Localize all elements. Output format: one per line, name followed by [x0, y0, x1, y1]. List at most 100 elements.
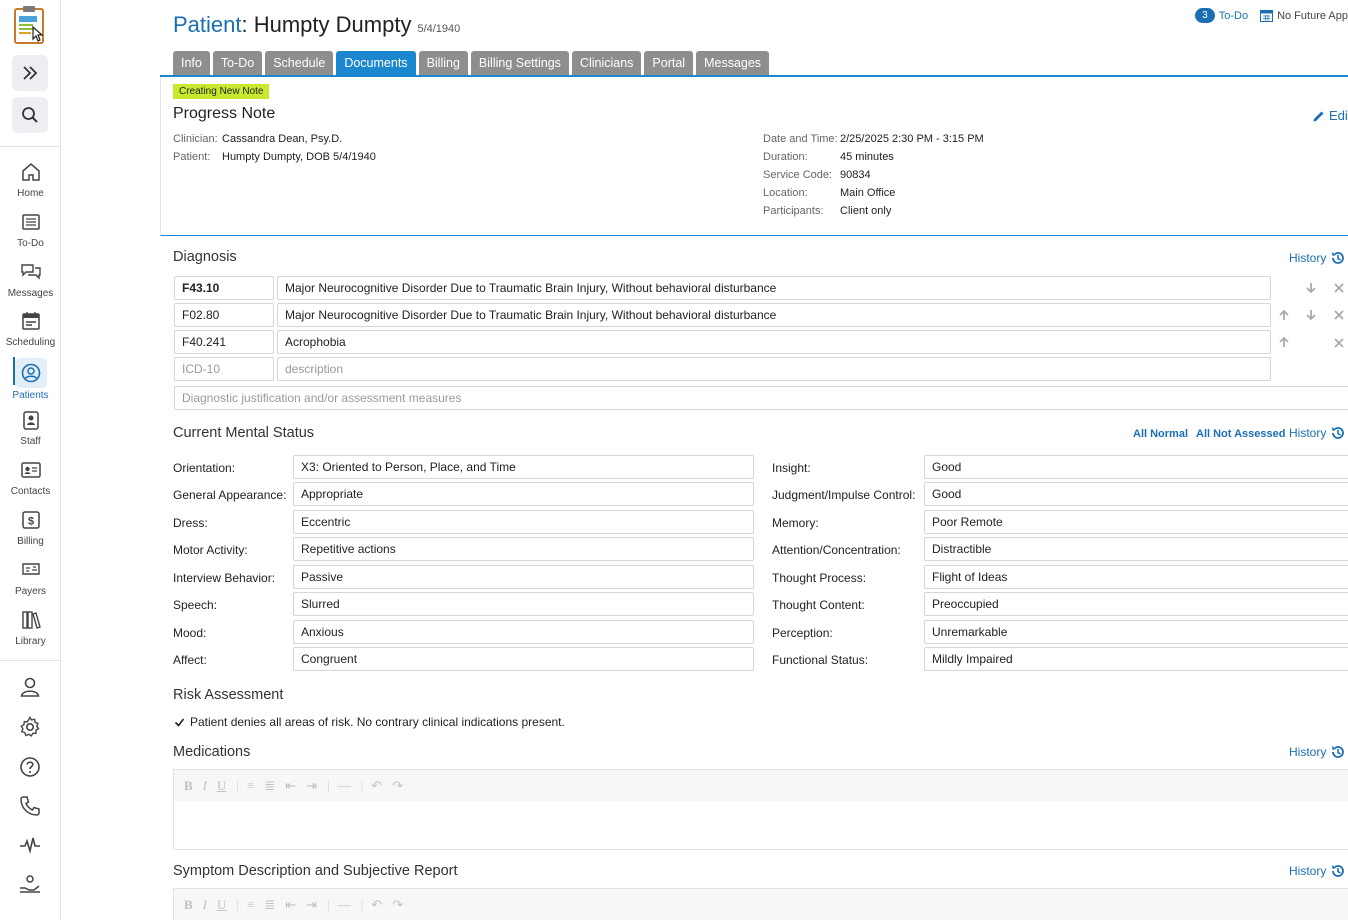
- sidebar-item-payers[interactable]: Payers: [0, 556, 61, 604]
- interview-behavior-field[interactable]: Passive: [293, 565, 754, 589]
- icd-code-field[interactable]: F43.10: [174, 276, 274, 300]
- speech-field[interactable]: Slurred: [293, 592, 754, 616]
- tab-billing-settings[interactable]: Billing Settings: [470, 51, 569, 75]
- checkmark-icon[interactable]: [174, 717, 185, 728]
- bullet-list-icon[interactable]: ≣: [264, 897, 275, 913]
- tab-schedule[interactable]: Schedule: [265, 51, 334, 75]
- thought-content-field[interactable]: Preoccupied: [924, 592, 1348, 616]
- underline-button[interactable]: U: [217, 897, 226, 913]
- tab-todo[interactable]: To-Do: [212, 51, 263, 75]
- dress-field[interactable]: Eccentric: [293, 510, 754, 534]
- functional-status-field[interactable]: Mildly Impaired: [924, 647, 1348, 671]
- medications-editor[interactable]: B I U | ≡ ≣ ⇤ ⇥ | — | ↶ ↷: [173, 769, 1348, 850]
- diagnosis-description-field[interactable]: Major Neurocognitive Disorder Due to Tra…: [277, 303, 1271, 327]
- numbered-list-icon[interactable]: ≡: [247, 778, 254, 794]
- indent-icon[interactable]: ⇥: [306, 778, 317, 794]
- gear-icon[interactable]: [18, 715, 42, 739]
- todo-link[interactable]: To-Do: [1219, 10, 1248, 22]
- mood-field[interactable]: Anxious: [293, 620, 754, 644]
- remove-diagnosis-icon[interactable]: [1334, 310, 1344, 320]
- date-time-label: Date and Time:: [763, 133, 838, 145]
- diagnosis-description-input[interactable]: description: [277, 357, 1271, 381]
- risk-assessment-title: Risk Assessment: [173, 687, 284, 703]
- risk-denial-checkbox-row[interactable]: Patient denies all areas of risk. No con…: [174, 715, 565, 729]
- bold-button[interactable]: B: [184, 897, 193, 913]
- all-normal-link[interactable]: All Normal: [1133, 428, 1188, 440]
- no-future-appointments-link[interactable]: No Future App: [1277, 10, 1348, 22]
- orientation-field[interactable]: X3: Oriented to Person, Place, and Time: [293, 455, 754, 479]
- tab-portal[interactable]: Portal: [644, 51, 694, 75]
- remove-diagnosis-icon[interactable]: [1334, 338, 1344, 348]
- general-appearance-field[interactable]: Appropriate: [293, 482, 754, 506]
- outdent-icon[interactable]: ⇤: [285, 897, 296, 913]
- expand-sidebar-button[interactable]: [12, 55, 48, 91]
- sidebar-item-patients[interactable]: Patients: [0, 355, 61, 403]
- outdent-icon[interactable]: ⇤: [285, 778, 296, 794]
- tab-messages[interactable]: Messages: [696, 51, 770, 75]
- underline-button[interactable]: U: [217, 778, 226, 794]
- edit-button[interactable]: Edit: [1312, 108, 1348, 123]
- icd-code-field[interactable]: F40.241: [174, 330, 274, 354]
- help-icon[interactable]: [18, 755, 42, 779]
- undo-icon[interactable]: ↶: [371, 778, 382, 794]
- move-down-icon[interactable]: [1305, 282, 1317, 294]
- bold-button[interactable]: B: [184, 778, 193, 794]
- redo-icon[interactable]: ↷: [392, 897, 403, 913]
- move-up-icon[interactable]: [1278, 336, 1290, 348]
- all-not-assessed-link[interactable]: All Not Assessed: [1196, 428, 1285, 440]
- sidebar-item-scheduling[interactable]: Scheduling: [0, 307, 61, 355]
- thought-process-field[interactable]: Flight of Ideas: [924, 565, 1348, 589]
- undo-icon[interactable]: ↶: [371, 897, 382, 913]
- tab-info[interactable]: Info: [173, 51, 210, 75]
- medications-history-link[interactable]: History: [1289, 744, 1346, 760]
- horizontal-rule-icon[interactable]: —: [338, 778, 351, 794]
- user-icon[interactable]: [18, 675, 42, 699]
- perception-field[interactable]: Unremarkable: [924, 620, 1348, 644]
- history-icon: [1332, 746, 1345, 758]
- diagnostic-justification-input[interactable]: Diagnostic justification and/or assessme…: [174, 386, 1348, 410]
- search-button[interactable]: [12, 97, 48, 133]
- diagnosis-history-link[interactable]: History: [1289, 250, 1346, 266]
- sidebar-item-library[interactable]: Library: [0, 606, 61, 654]
- italic-button[interactable]: I: [203, 897, 207, 913]
- move-down-icon[interactable]: [1305, 309, 1317, 321]
- sidebar-item-billing[interactable]: $ Billing: [0, 506, 61, 554]
- icd-code-input[interactable]: ICD-10: [174, 357, 274, 381]
- icd-code-field[interactable]: F02.80: [174, 303, 274, 327]
- insight-field[interactable]: Good: [924, 455, 1348, 479]
- judgment-field[interactable]: Good: [924, 482, 1348, 506]
- symptoms-editor[interactable]: B I U | ≡ ≣ ⇤ ⇥ | — | ↶ ↷: [173, 888, 1348, 920]
- motor-activity-field[interactable]: Repetitive actions: [293, 537, 754, 561]
- therapy-notes-logo[interactable]: [12, 5, 48, 45]
- phone-icon[interactable]: [18, 794, 42, 818]
- horizontal-rule-icon[interactable]: —: [338, 897, 351, 913]
- sidebar-item-home[interactable]: Home: [0, 158, 61, 206]
- todo-count-badge[interactable]: 3: [1195, 8, 1215, 23]
- diagnosis-description-field[interactable]: Acrophobia: [277, 330, 1271, 354]
- tab-documents[interactable]: Documents: [336, 51, 416, 75]
- sidebar-item-todo[interactable]: To-Do: [0, 208, 61, 256]
- mental-status-history-link[interactable]: History: [1289, 425, 1346, 441]
- sidebar-item-staff[interactable]: Staff: [0, 406, 61, 454]
- tab-clinicians[interactable]: Clinicians: [571, 51, 642, 75]
- memory-field[interactable]: Poor Remote: [924, 510, 1348, 534]
- indent-icon[interactable]: ⇥: [306, 897, 317, 913]
- redo-icon[interactable]: ↷: [392, 778, 403, 794]
- hand-care-icon[interactable]: [18, 872, 42, 896]
- italic-button[interactable]: I: [203, 778, 207, 794]
- numbered-list-icon[interactable]: ≡: [247, 897, 254, 913]
- affect-field[interactable]: Congruent: [293, 647, 754, 671]
- remove-diagnosis-icon[interactable]: [1334, 283, 1344, 293]
- list-icon: [21, 214, 40, 230]
- sidebar-item-contacts[interactable]: Contacts: [0, 456, 61, 504]
- tab-billing[interactable]: Billing: [418, 51, 468, 75]
- attention-field[interactable]: Distractible: [924, 537, 1348, 561]
- move-up-icon[interactable]: [1278, 309, 1290, 321]
- diagnosis-description-field[interactable]: Major Neurocognitive Disorder Due to Tra…: [277, 276, 1271, 300]
- history-label: History: [1289, 864, 1327, 878]
- bullet-list-icon[interactable]: ≣: [264, 778, 275, 794]
- patient-label: Patient:: [173, 151, 211, 163]
- pulse-icon[interactable]: [18, 833, 42, 857]
- sidebar-item-messages[interactable]: Messages: [0, 258, 61, 306]
- symptoms-history-link[interactable]: History: [1289, 863, 1346, 879]
